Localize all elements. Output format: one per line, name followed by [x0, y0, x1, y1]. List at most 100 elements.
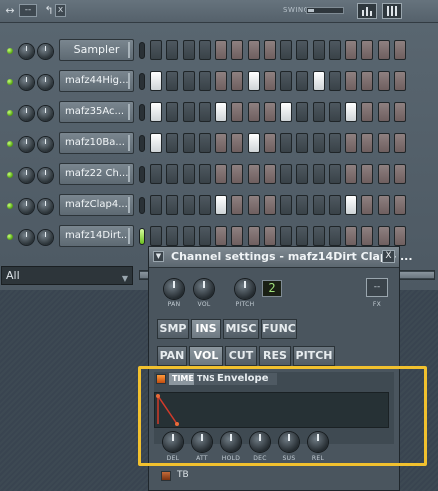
step-button[interactable] — [312, 226, 325, 246]
step-button[interactable] — [361, 71, 374, 91]
step-button[interactable] — [280, 40, 292, 60]
pitch-knob[interactable] — [235, 279, 255, 299]
channel-select-indicator[interactable] — [139, 197, 145, 214]
volume-knob[interactable] — [194, 279, 214, 299]
step-button[interactable] — [182, 195, 195, 215]
channel-pan-knob[interactable] — [19, 44, 34, 59]
step-button[interactable] — [150, 164, 162, 184]
subtab-res[interactable]: RES — [259, 346, 291, 366]
step-button[interactable] — [328, 195, 341, 215]
step-button[interactable] — [215, 71, 227, 91]
pattern-icon[interactable]: -- — [19, 4, 37, 17]
step-button[interactable] — [393, 71, 406, 91]
step-button[interactable] — [361, 102, 374, 122]
step-button[interactable] — [345, 195, 357, 215]
step-button[interactable] — [296, 164, 309, 184]
step-button[interactable] — [296, 195, 309, 215]
step-button[interactable] — [231, 40, 244, 60]
step-button[interactable] — [296, 40, 309, 60]
step-button[interactable] — [393, 164, 406, 184]
window-menu-icon[interactable]: ▼ — [153, 251, 164, 262]
step-button[interactable] — [296, 226, 309, 246]
step-button[interactable] — [150, 226, 162, 246]
step-button[interactable] — [166, 71, 179, 91]
step-button[interactable] — [361, 40, 374, 60]
step-button[interactable] — [231, 71, 244, 91]
step-button[interactable] — [361, 195, 374, 215]
tab-ins[interactable]: INS — [191, 319, 221, 339]
step-button[interactable] — [328, 226, 341, 246]
subtab-pitch[interactable]: PITCH — [293, 346, 335, 366]
step-button[interactable] — [377, 195, 390, 215]
move-arrows-icon[interactable]: ↔ — [4, 4, 16, 17]
step-button[interactable] — [345, 102, 357, 122]
step-button[interactable] — [198, 133, 211, 153]
delay-knob[interactable] — [163, 432, 183, 452]
fx-channel-select[interactable]: -- — [366, 278, 388, 297]
channel-pan-knob[interactable] — [19, 106, 34, 121]
step-button[interactable] — [377, 71, 390, 91]
step-button[interactable] — [182, 133, 195, 153]
channel-volume-knob[interactable] — [38, 44, 53, 59]
step-button[interactable] — [296, 71, 309, 91]
channel-pan-knob[interactable] — [19, 168, 34, 183]
channel-mute-led[interactable] — [7, 172, 13, 178]
envelope-graph[interactable] — [154, 392, 389, 428]
piano-roll-icon[interactable] — [382, 3, 402, 19]
close-button[interactable]: X — [382, 250, 395, 263]
step-button[interactable] — [280, 71, 292, 91]
channel-button[interactable]: mafz10Ba... — [59, 132, 134, 154]
step-button[interactable] — [231, 226, 244, 246]
step-button[interactable] — [280, 226, 292, 246]
channel-button[interactable]: mafz22 Ch... — [59, 163, 134, 185]
step-button[interactable] — [296, 133, 309, 153]
step-button[interactable] — [215, 195, 227, 215]
step-button[interactable] — [328, 40, 341, 60]
step-button[interactable] — [328, 164, 341, 184]
step-button[interactable] — [280, 102, 292, 122]
step-button[interactable] — [263, 195, 276, 215]
sustain-knob[interactable] — [279, 432, 299, 452]
step-button[interactable] — [198, 102, 211, 122]
step-button[interactable] — [345, 40, 357, 60]
subtab-vol[interactable]: VOL — [189, 346, 223, 366]
step-button[interactable] — [280, 164, 292, 184]
hold-knob[interactable] — [221, 432, 241, 452]
step-button[interactable] — [215, 226, 227, 246]
step-button[interactable] — [166, 40, 179, 60]
channel-mute-led[interactable] — [7, 110, 13, 116]
step-button[interactable] — [247, 195, 260, 215]
step-button[interactable] — [215, 164, 227, 184]
step-button[interactable] — [312, 195, 325, 215]
step-button[interactable] — [280, 133, 292, 153]
step-button[interactable] — [198, 226, 211, 246]
pitch-range-display[interactable]: 2 — [262, 280, 282, 297]
window-title-bar[interactable]: ▼ Channel settings - mafz14Dirt Clap - .… — [149, 247, 413, 268]
step-button[interactable] — [377, 133, 390, 153]
tab-func[interactable]: FUNC — [261, 319, 297, 339]
step-button[interactable] — [182, 226, 195, 246]
step-button[interactable] — [182, 40, 195, 60]
channel-select-indicator[interactable] — [139, 73, 145, 90]
step-button[interactable] — [166, 226, 179, 246]
channel-pan-knob[interactable] — [19, 230, 34, 245]
step-button[interactable] — [198, 164, 211, 184]
subtab-pan[interactable]: PAN — [157, 346, 187, 366]
subtab-cut[interactable]: CUT — [225, 346, 257, 366]
time-toggle[interactable]: TIME — [169, 373, 197, 385]
channel-select-indicator[interactable] — [139, 42, 145, 59]
step-button[interactable] — [166, 102, 179, 122]
tab-smp[interactable]: SMP — [157, 319, 189, 339]
step-button[interactable] — [198, 40, 211, 60]
step-button[interactable] — [198, 195, 211, 215]
step-button[interactable] — [393, 40, 406, 60]
step-button[interactable] — [263, 133, 276, 153]
tempo-based-toggle[interactable] — [161, 471, 171, 481]
step-button[interactable] — [215, 40, 227, 60]
swing-slider[interactable] — [306, 7, 344, 14]
step-button[interactable] — [377, 164, 390, 184]
step-button[interactable] — [312, 133, 325, 153]
step-button[interactable] — [393, 133, 406, 153]
step-button[interactable] — [231, 164, 244, 184]
channel-volume-knob[interactable] — [38, 75, 53, 90]
